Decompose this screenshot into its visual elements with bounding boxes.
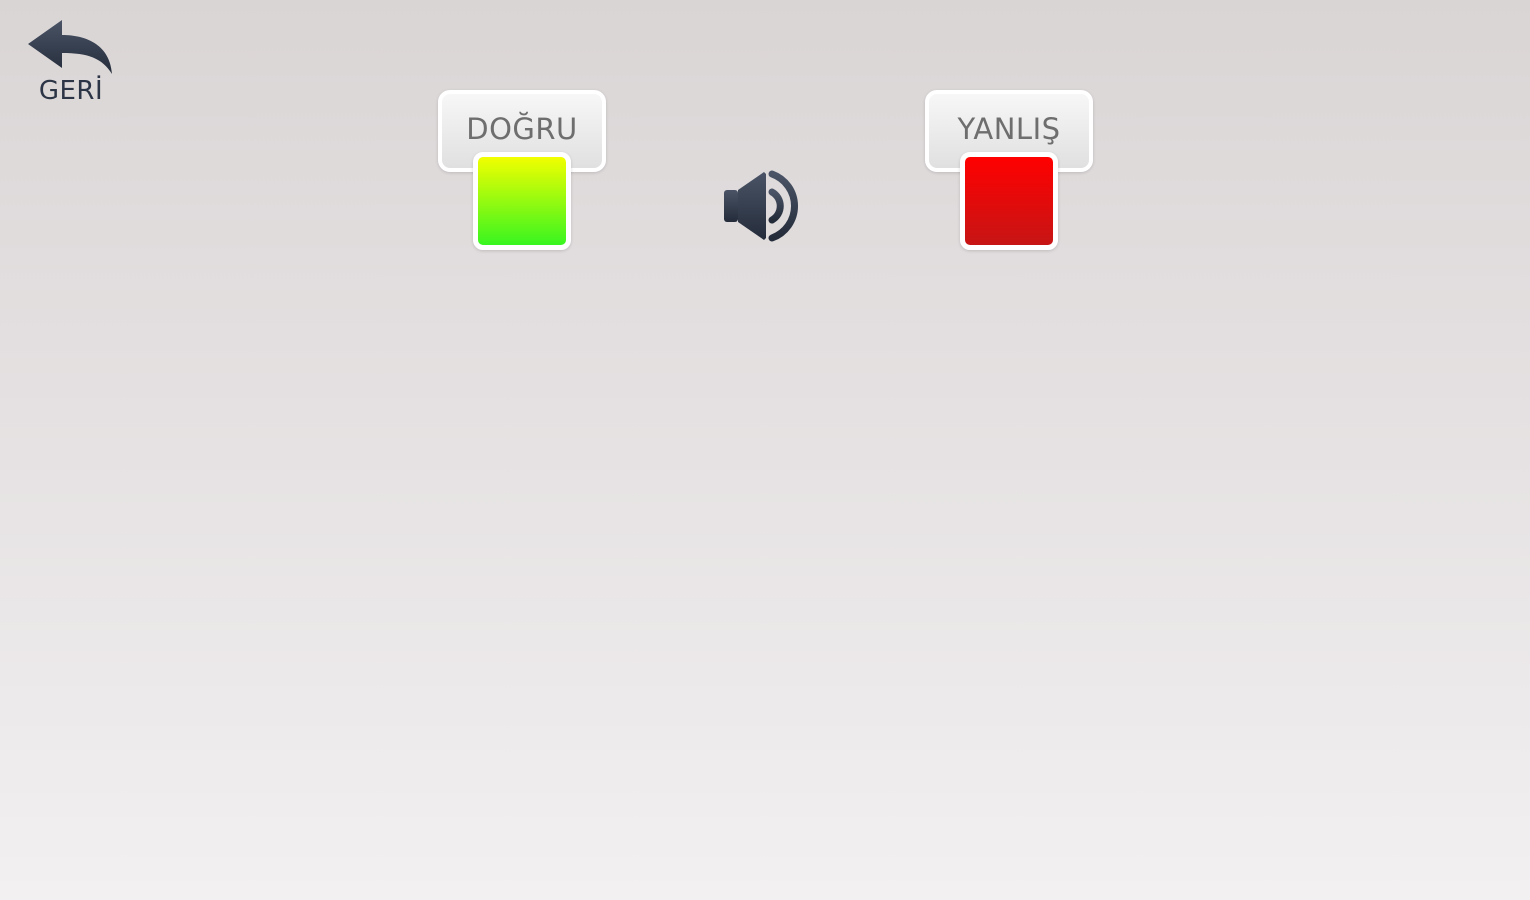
- wrong-answer-button[interactable]: YANLIŞ: [925, 90, 1093, 250]
- sound-button[interactable]: [718, 164, 812, 248]
- speaker-icon: [724, 170, 799, 242]
- correct-label: DOĞRU: [466, 112, 578, 146]
- correct-swatch: [473, 152, 571, 250]
- wrong-label: YANLIŞ: [957, 112, 1061, 146]
- correct-answer-button[interactable]: DOĞRU: [438, 90, 606, 250]
- undo-arrow-icon: [28, 20, 112, 74]
- back-label: GERİ: [38, 76, 104, 106]
- wrong-swatch: [960, 152, 1058, 250]
- back-button[interactable]: GERİ: [26, 18, 116, 110]
